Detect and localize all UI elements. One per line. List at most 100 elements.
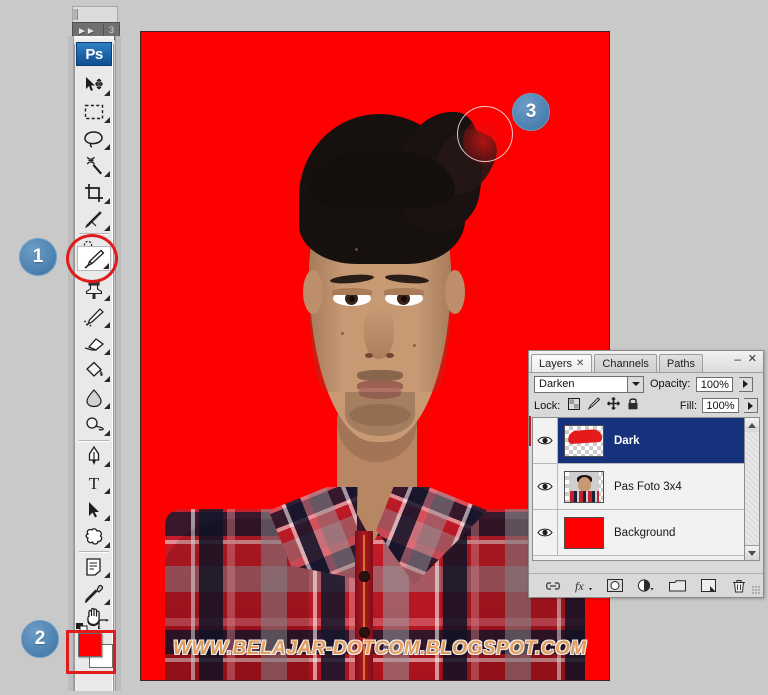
color-swatch-highlight-box: [66, 630, 116, 674]
new-layer-icon[interactable]: [698, 577, 718, 595]
chevron-down-icon[interactable]: [627, 376, 643, 392]
layer-name: Background: [614, 526, 676, 539]
lock-label: Lock:: [534, 399, 561, 412]
callout-badge-1: 1: [19, 238, 57, 276]
tool-flyout-triangle: [104, 90, 110, 96]
layer-thumbnail[interactable]: [564, 424, 604, 457]
tool-custom-shape[interactable]: [77, 524, 111, 549]
tool-flyout-triangle: [104, 295, 110, 301]
screenshot-root: ►► 3 Ps T WWW.BELAJAR-DOTCOM.BLOGSPOT.CO…: [0, 0, 768, 695]
tool-notes[interactable]: [77, 554, 111, 579]
ear-right: [445, 270, 465, 314]
toolbar-grip-right[interactable]: [115, 36, 121, 691]
watermark-text: WWW.BELAJAR-DOTCOM.BLOGSPOT.COM: [173, 638, 587, 659]
lock-position-icon[interactable]: [607, 396, 621, 415]
tool-magic-wand[interactable]: [77, 153, 111, 178]
skin-mark-1: [341, 332, 344, 335]
tool-flyout-triangle: [104, 376, 110, 382]
folder-icon[interactable]: [667, 577, 687, 595]
panel-titlebar[interactable]: Layers ✕ Channels Paths – ✕: [529, 351, 763, 373]
brush-stroke-thumb: [567, 428, 603, 444]
lock-all-icon[interactable]: [627, 397, 639, 415]
tool-path-selection[interactable]: [77, 497, 111, 522]
tool-flyout-triangle: [104, 349, 110, 355]
nostril-left: [365, 353, 373, 358]
shirt-button-1: [359, 571, 370, 582]
scrollbar-track[interactable]: [745, 432, 759, 546]
eyelid-left: [332, 288, 372, 295]
nose: [364, 307, 394, 359]
tab-paths[interactable]: Paths: [658, 354, 704, 372]
layer-thumbnail[interactable]: [564, 516, 604, 549]
toolbar-separator-2: [79, 440, 109, 441]
tool-dodge[interactable]: [77, 412, 111, 437]
tool-flyout-triangle: [104, 144, 110, 150]
tool-blur[interactable]: [77, 385, 111, 410]
brush-tool-highlight-ellipse: [66, 234, 118, 283]
callout-badge-2: 2: [21, 620, 59, 658]
tool-history-brush[interactable]: [77, 304, 111, 329]
layer-name: Dark: [614, 434, 640, 447]
scroll-up-arrow-icon[interactable]: [745, 418, 759, 433]
fill-input[interactable]: 100%: [702, 398, 739, 413]
svg-text:fx: fx: [575, 579, 584, 593]
layer-name: Pas Foto 3x4: [614, 480, 682, 493]
layer-thumbnail[interactable]: [564, 470, 604, 503]
tool-paint-bucket[interactable]: [77, 358, 111, 383]
fill-slider-arrow-icon[interactable]: [744, 398, 758, 413]
lock-image-pixels-icon[interactable]: [587, 396, 601, 415]
resize-grip-icon[interactable]: [752, 586, 761, 595]
brush-cursor-circle: [457, 106, 513, 162]
layer-visibility-toggle[interactable]: [533, 418, 558, 463]
tool-flyout-triangle: [104, 403, 110, 409]
tool-eraser[interactable]: [77, 331, 111, 356]
opacity-input[interactable]: 100%: [696, 376, 734, 392]
layer-visibility-toggle[interactable]: [533, 464, 558, 509]
minimize-icon[interactable]: –: [734, 353, 741, 365]
chin-shadow: [349, 404, 411, 426]
layers-scrollbar[interactable]: [744, 417, 760, 561]
lock-buttons: [568, 396, 639, 415]
tool-crop[interactable]: [77, 180, 111, 205]
callout-badge-3: 3: [512, 93, 550, 131]
tool-type[interactable]: T: [77, 470, 111, 495]
close-icon[interactable]: ✕: [576, 355, 584, 373]
tool-move[interactable]: [77, 72, 111, 97]
tab-channels-label: Channels: [602, 357, 649, 370]
lock-transparent-pixels-icon[interactable]: [568, 397, 581, 415]
scroll-down-arrow-icon[interactable]: [745, 545, 759, 560]
table-row[interactable]: Background: [533, 510, 745, 556]
opacity-slider-arrow-icon[interactable]: [739, 376, 754, 392]
tool-lasso[interactable]: [77, 126, 111, 151]
hair-fringe: [309, 152, 455, 208]
portrait-thumb: [565, 471, 603, 502]
tab-channels[interactable]: Channels: [594, 354, 657, 372]
fx-icon[interactable]: fx: [574, 577, 594, 595]
layer-visibility-toggle[interactable]: [533, 510, 558, 555]
tool-pen[interactable]: [77, 443, 111, 468]
layers-panel: Layers ✕ Channels Paths – ✕ Darken Opaci…: [528, 350, 764, 598]
blend-mode-value: Darken: [539, 378, 575, 390]
blend-mode-select[interactable]: Darken: [534, 375, 644, 393]
table-row[interactable]: Dark: [533, 418, 745, 464]
layer-mask-icon[interactable]: [605, 577, 625, 595]
fill-label: Fill:: [679, 399, 697, 412]
table-row[interactable]: Pas Foto 3x4: [533, 464, 745, 510]
trash-icon[interactable]: [729, 577, 749, 595]
skin-mark-3: [355, 248, 358, 251]
tool-marquee[interactable]: [77, 99, 111, 124]
nostril-right: [386, 353, 394, 358]
dock-label: 3: [108, 25, 114, 35]
layers-panel-footer: fx: [529, 573, 763, 597]
tool-flyout-triangle: [104, 198, 110, 204]
panel-tabs: Layers ✕ Channels Paths: [531, 353, 705, 372]
default-colors-icon[interactable]: [76, 620, 88, 633]
panel-close-icon[interactable]: ✕: [748, 353, 757, 365]
tool-slice[interactable]: [77, 207, 111, 232]
tab-layers[interactable]: Layers ✕: [531, 354, 593, 373]
tool-flyout-triangle: [104, 461, 110, 467]
blend-mode-row: Darken Opacity: 100%: [529, 373, 763, 395]
tool-flyout-triangle: [104, 572, 110, 578]
half-circle-icon[interactable]: [636, 577, 656, 595]
link-chain-icon[interactable]: [543, 577, 563, 595]
